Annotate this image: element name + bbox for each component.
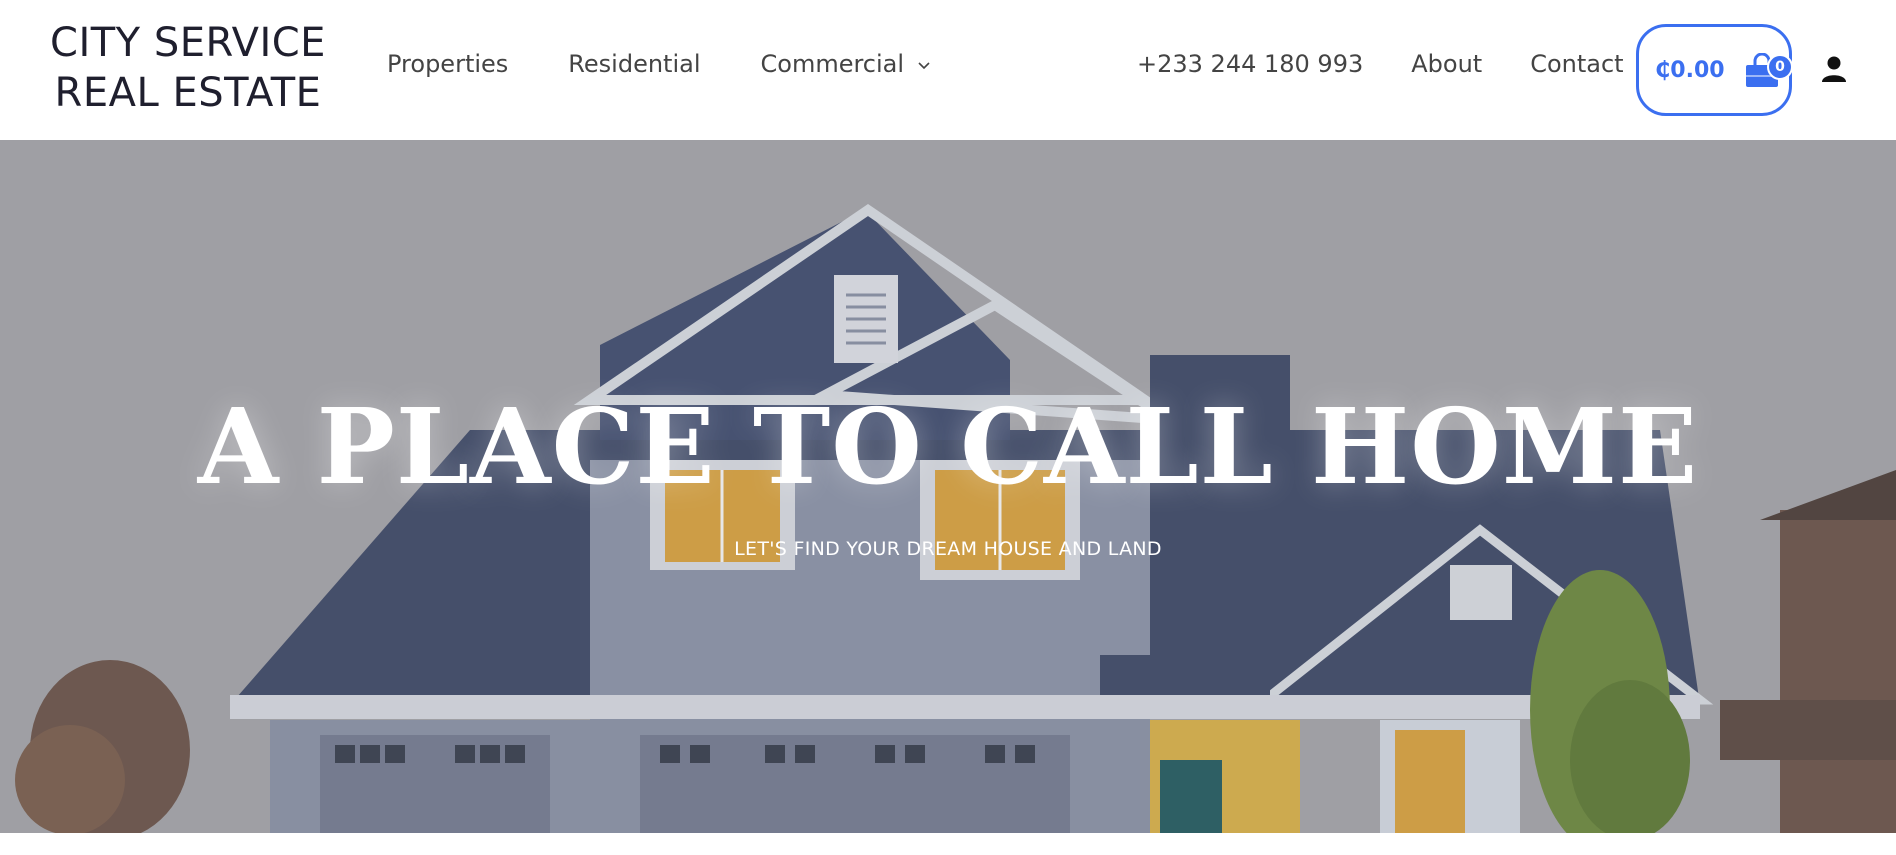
hero-subtitle: LET'S FIND YOUR DREAM HOUSE AND LAND [734, 538, 1162, 560]
nav-commercial-label: Commercial [760, 50, 905, 78]
cart-total: ₵0.00 [1655, 57, 1725, 83]
user-icon[interactable] [1820, 55, 1848, 83]
secondary-nav: +233 244 180 993 About Contact [1137, 50, 1624, 78]
chevron-down-icon [918, 62, 930, 70]
nav-commercial[interactable]: Commercial [761, 50, 931, 78]
cart-button[interactable]: ₵0.00 0 [1636, 24, 1793, 116]
nav-about[interactable]: About [1411, 50, 1482, 78]
hero-banner: A PLACE TO CALL HOME LET'S FIND YOUR DRE… [0, 140, 1896, 833]
nav-residential[interactable]: Residential [568, 50, 700, 78]
logo-line-2: REAL ESTATE [54, 70, 322, 116]
site-logo[interactable]: CITY SERVICE REAL ESTATE [48, 18, 328, 118]
hero-title: A PLACE TO CALL HOME [197, 385, 1699, 508]
logo-line-1: CITY SERVICE [50, 20, 326, 66]
cart-count-badge: 0 [1767, 54, 1793, 80]
phone-link[interactable]: +233 244 180 993 [1137, 50, 1363, 78]
site-header: CITY SERVICE REAL ESTATE Properties Resi… [0, 0, 1896, 140]
nav-contact[interactable]: Contact [1530, 50, 1623, 78]
page-bottom [0, 833, 1896, 855]
nav-properties[interactable]: Properties [387, 50, 508, 78]
primary-nav: Properties Residential Commercial [387, 50, 930, 78]
